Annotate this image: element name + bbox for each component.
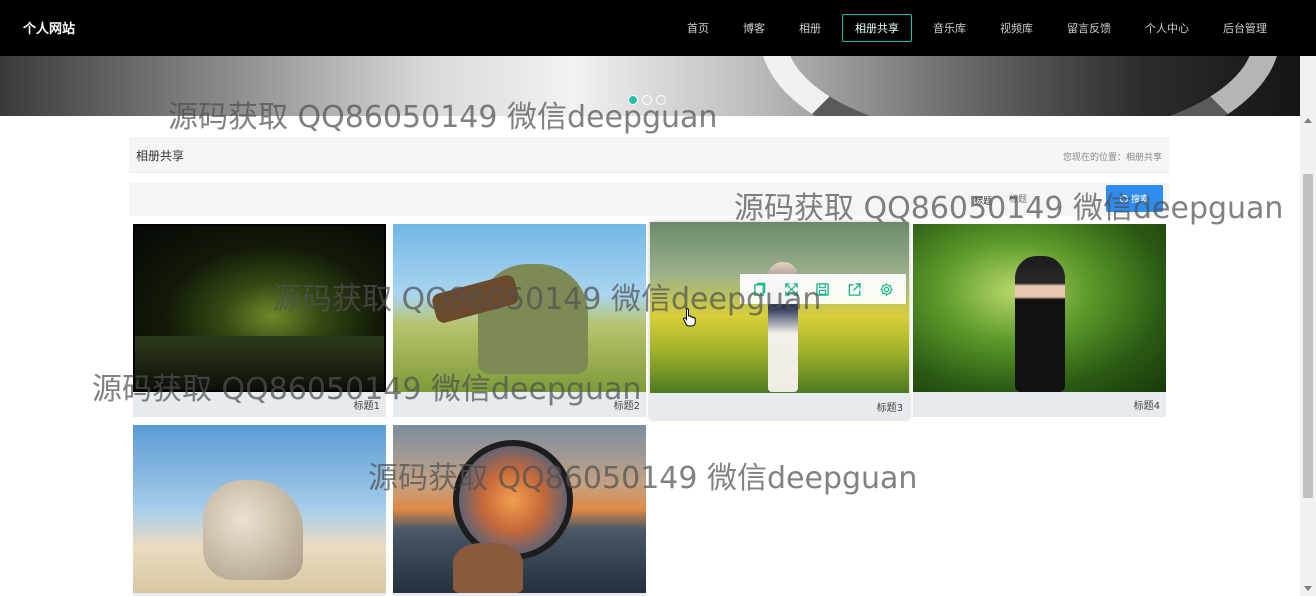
breadcrumb: 相册共享 您现在的位置： 相册共享 [129,137,1169,173]
carousel-dot-2[interactable] [642,95,652,105]
carousel-indicators [628,95,670,105]
gallery-caption: 标题1 [353,401,380,412]
top-navbar: 个人网站 首页 博客 相册 相册共享 音乐库 视频库 留言反馈 个人中心 后台管… [0,0,1316,56]
search-button[interactable]: 搜索 [1106,185,1163,212]
nav-video[interactable]: 视频库 [987,14,1046,42]
gallery-item[interactable] [133,425,386,596]
scrollbar-thumb[interactable] [1303,174,1313,498]
photo-person-shape [1015,256,1065,392]
search-icon [1119,194,1128,203]
page-scrollbar[interactable] [1300,56,1316,596]
breadcrumb-label: 您现在的位置： [1062,153,1126,163]
settings-icon[interactable] [877,280,895,298]
gallery-item[interactable] [393,425,646,596]
search-button-label: 搜索 [1130,195,1149,205]
gallery-photo-elephant-dust [133,425,386,593]
photo-lens-ball-shape [453,440,573,560]
main-nav: 首页 博客 相册 相册共享 音乐库 视频库 留言反馈 个人中心 后台管理 [666,14,1280,42]
gallery-item[interactable]: 标题2 [393,224,646,417]
breadcrumb-current[interactable]: 相册共享 [1126,150,1162,163]
search-label: 标题 [974,197,993,207]
save-icon[interactable] [814,280,832,298]
banner-image-shape [760,56,1280,116]
image-hover-toolbar [740,274,906,304]
gallery-photo-forest-portrait [913,224,1166,392]
banner-carousel[interactable] [0,56,1300,116]
nav-user-center[interactable]: 个人中心 [1132,14,1202,42]
photo-lake-shape [135,336,384,390]
gallery-photo-sunset-lens [393,425,646,593]
search-bar: 标题 搜索 [129,183,1169,216]
nav-admin[interactable]: 后台管理 [1210,14,1280,42]
gallery-item[interactable]: 标题1 [133,224,386,417]
page-title: 相册共享 [136,149,185,163]
gallery-caption: 标题4 [1133,401,1160,412]
nav-feedback[interactable]: 留言反馈 [1054,14,1124,42]
fullscreen-icon[interactable] [782,280,800,298]
nav-music[interactable]: 音乐库 [920,14,979,42]
site-brand[interactable]: 个人网站 [23,18,75,37]
photo-elephant-shape [203,480,303,580]
copy-icon[interactable] [751,280,769,298]
share-icon[interactable] [846,280,864,298]
carousel-dot-1[interactable] [628,95,638,105]
nav-home[interactable]: 首页 [674,14,722,42]
carousel-dot-3[interactable] [656,95,666,105]
scroll-up-arrow-icon[interactable] [1304,118,1312,123]
gallery-item[interactable]: 标题4 [913,224,1166,417]
gallery-caption: 标题2 [613,401,640,412]
page: 个人网站 首页 博客 相册 相册共享 音乐库 视频库 留言反馈 个人中心 后台管… [0,0,1316,596]
nav-album[interactable]: 相册 [786,14,834,42]
gallery-photo-photographer [393,224,646,392]
nav-blog[interactable]: 博客 [730,14,778,42]
gallery-photo-lake-valley [133,224,386,392]
search-input[interactable] [1004,189,1104,210]
photo-hand-shape [453,543,523,593]
hand-cursor-icon [683,308,696,327]
scroll-down-arrow-icon[interactable] [1304,586,1312,591]
nav-album-share[interactable]: 相册共享 [842,14,912,42]
breadcrumb-location: 您现在的位置： 相册共享 [1063,150,1162,163]
gallery-caption: 标题3 [876,403,903,414]
